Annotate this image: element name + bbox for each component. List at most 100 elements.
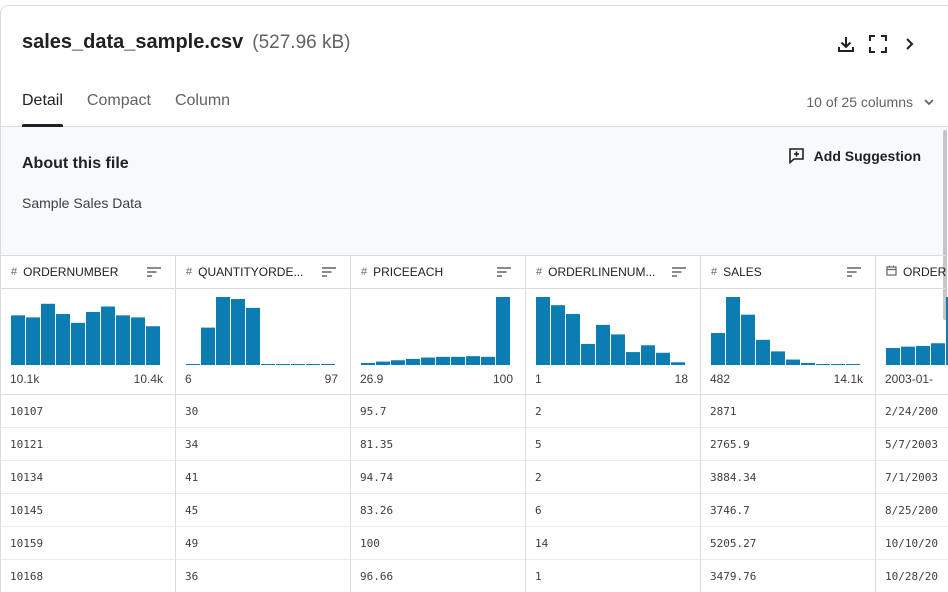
histogram-bar bbox=[11, 315, 25, 365]
table-cell: 34 bbox=[176, 428, 350, 461]
column-header[interactable]: # QUANTITYORDE... bbox=[176, 255, 350, 289]
histogram-bar bbox=[361, 362, 375, 365]
histogram-bar bbox=[641, 345, 655, 365]
histogram-bar bbox=[146, 326, 160, 365]
table-cell: 7/1/2003 bbox=[876, 461, 948, 494]
view-tabs: Detail Compact Column bbox=[22, 92, 254, 127]
histogram-min-label: 10.1k bbox=[10, 372, 40, 386]
table-cell: 2765.9 bbox=[701, 428, 875, 461]
sort-icon[interactable] bbox=[322, 266, 336, 281]
column-header[interactable]: # PRICEEACH bbox=[351, 255, 525, 289]
histogram-bar bbox=[466, 356, 480, 365]
column-histogram[interactable]: 6 97 bbox=[176, 289, 350, 395]
column-0: # ORDERNUMBER 10.1k 10.4k 10107 10121 10134 101… bbox=[1, 255, 176, 592]
histogram-bar bbox=[116, 315, 130, 365]
table-cell: 6 bbox=[526, 494, 700, 527]
sort-icon[interactable] bbox=[147, 266, 161, 281]
numeric-type-icon: # bbox=[711, 266, 718, 278]
histogram-max-label: 97 bbox=[324, 372, 338, 386]
histogram-bar bbox=[41, 303, 55, 365]
histogram-bar bbox=[611, 334, 625, 365]
numeric-type-icon: # bbox=[536, 266, 543, 278]
column-header[interactable]: # ORDERLINENUM... bbox=[526, 255, 700, 289]
histogram-bar bbox=[451, 356, 465, 365]
histogram-bar bbox=[726, 297, 740, 365]
histogram-bar bbox=[246, 307, 260, 365]
column-histogram[interactable]: 26.9 100 bbox=[351, 289, 525, 395]
histogram-min-label: 6 bbox=[185, 372, 192, 386]
column-header[interactable]: # SALES bbox=[701, 255, 875, 289]
table-cell: 10107 bbox=[1, 395, 175, 428]
add-suggestion-button[interactable]: Add Suggestion bbox=[788, 147, 921, 164]
column-name: SALES bbox=[723, 265, 762, 279]
column-histogram[interactable]: 482 14.1k bbox=[701, 289, 875, 395]
histogram-bar bbox=[801, 362, 815, 365]
histogram-bar bbox=[421, 357, 435, 365]
column-name: ORDERNUMBER bbox=[23, 265, 119, 279]
download-icon[interactable] bbox=[835, 33, 857, 55]
table-cell: 10145 bbox=[1, 494, 175, 527]
columns-selector[interactable]: 10 of 25 columns bbox=[806, 94, 935, 110]
histogram-bar bbox=[741, 314, 755, 365]
column-header[interactable]: # ORDERNUMBER bbox=[1, 255, 175, 289]
table-cell: 10/28/20 bbox=[876, 560, 948, 592]
column-2: # PRICEEACH 26.9 100 95.7 81.35 94.74 83.26 100 9… bbox=[351, 255, 526, 592]
histogram-min-label: 2003-01- bbox=[885, 372, 934, 386]
table-cell: 14 bbox=[526, 527, 700, 560]
column-histogram[interactable]: 2003-01- bbox=[876, 289, 948, 395]
table-cell: 3746.7 bbox=[701, 494, 875, 527]
column-header[interactable]: ORDER bbox=[876, 255, 948, 289]
histogram-bar bbox=[931, 343, 945, 365]
numeric-type-icon: # bbox=[11, 266, 18, 278]
histogram-bar bbox=[186, 364, 200, 365]
histogram-bar bbox=[711, 333, 725, 365]
column-histogram[interactable]: 10.1k 10.4k bbox=[1, 289, 175, 395]
sort-icon[interactable] bbox=[497, 266, 511, 281]
table-cell: 49 bbox=[176, 527, 350, 560]
title-row: sales_data_sample.csv (527.96 kB) bbox=[22, 31, 351, 55]
histogram-bar bbox=[756, 339, 770, 365]
histogram-bar bbox=[916, 345, 930, 365]
about-section: About this file Sample Sales Data Add Su… bbox=[1, 127, 948, 255]
tab-column[interactable]: Column bbox=[175, 92, 230, 126]
column-histogram[interactable]: 1 18 bbox=[526, 289, 700, 395]
table-cell: 81.35 bbox=[351, 428, 525, 461]
sort-icon[interactable] bbox=[672, 266, 686, 281]
histogram-bar bbox=[276, 364, 290, 365]
table-cell: 10121 bbox=[1, 428, 175, 461]
histogram-chart bbox=[886, 297, 948, 365]
histogram-chart bbox=[11, 303, 160, 365]
file-preview-panel: sales_data_sample.csv (527.96 kB) Detail… bbox=[0, 5, 948, 592]
histogram-bar bbox=[101, 306, 115, 365]
column-5: ORDER 2003-01- 2/24/200 5/7/2003 7/1/2003 8/2… bbox=[876, 255, 948, 592]
histogram-bar bbox=[131, 317, 145, 365]
histogram-bar bbox=[846, 364, 860, 365]
histogram-bar bbox=[816, 364, 830, 365]
histogram-bar bbox=[771, 351, 785, 365]
histogram-bar bbox=[901, 346, 915, 365]
table-cell: 10168 bbox=[1, 560, 175, 592]
table-cell: 3884.34 bbox=[701, 461, 875, 494]
histogram-bar bbox=[216, 297, 230, 365]
tab-detail[interactable]: Detail bbox=[22, 92, 63, 127]
histogram-bar bbox=[626, 352, 640, 365]
histogram-chart bbox=[361, 297, 510, 365]
sort-icon[interactable] bbox=[847, 266, 861, 281]
table-cell: 2871 bbox=[701, 395, 875, 428]
histogram-bar bbox=[201, 327, 215, 365]
column-3: # ORDERLINENUM... 1 18 2 5 2 6 14 1 bbox=[526, 255, 701, 592]
table-cell: 3479.76 bbox=[701, 560, 875, 592]
chevron-right-icon[interactable] bbox=[898, 33, 920, 55]
histogram-chart bbox=[186, 297, 335, 365]
table-cell: 36 bbox=[176, 560, 350, 592]
suggestion-icon bbox=[788, 148, 804, 164]
data-grid: # ORDERNUMBER 10.1k 10.4k 10107 10121 10134 101… bbox=[1, 255, 948, 592]
tab-compact[interactable]: Compact bbox=[87, 92, 151, 126]
histogram-chart bbox=[536, 297, 685, 365]
histogram-min-label: 1 bbox=[535, 372, 542, 386]
column-name: ORDER bbox=[903, 265, 947, 279]
histogram-bar bbox=[786, 359, 800, 365]
table-cell: 10134 bbox=[1, 461, 175, 494]
histogram-bar bbox=[536, 297, 550, 365]
fullscreen-icon[interactable] bbox=[867, 33, 889, 55]
